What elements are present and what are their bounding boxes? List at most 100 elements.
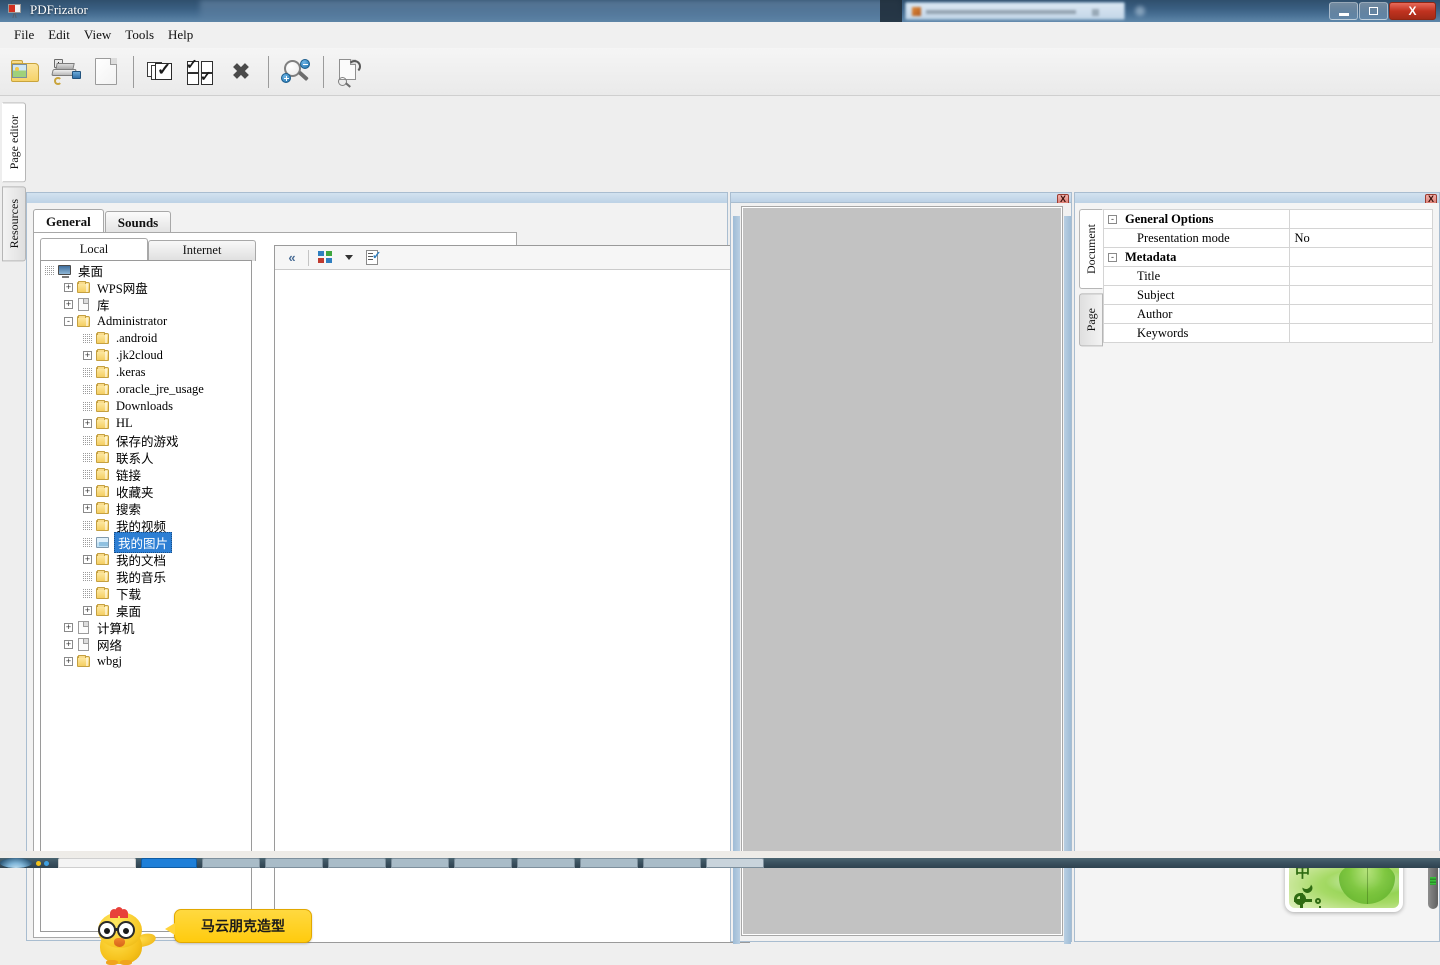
mascot-avatar[interactable] — [88, 907, 172, 965]
tree-node[interactable]: 下载 — [42, 585, 250, 602]
properties-button[interactable]: ✓ — [361, 248, 385, 268]
taskbar-window-button[interactable] — [706, 858, 764, 868]
menu-tools[interactable]: Tools — [118, 24, 161, 46]
properties-row[interactable]: Author — [1103, 304, 1433, 324]
tree-node[interactable]: + 桌面 — [42, 602, 250, 619]
taskbar-window-button[interactable] — [265, 858, 323, 868]
tree-expander-icon[interactable]: + — [83, 606, 92, 615]
open-images-button[interactable] — [6, 51, 46, 93]
tab-sounds[interactable]: Sounds — [104, 211, 172, 233]
key-icon[interactable] — [1315, 898, 1321, 908]
tree-expander-icon[interactable]: + — [64, 657, 73, 666]
taskbar-window-button[interactable] — [643, 858, 701, 868]
invert-selection-button[interactable]: ✓ ✓ — [181, 51, 221, 93]
property-value[interactable] — [1289, 285, 1433, 305]
tree-node[interactable]: + wbgj — [42, 653, 250, 670]
property-expander-icon[interactable]: - — [1103, 247, 1121, 267]
tree-expander-icon[interactable]: + — [83, 419, 92, 428]
taskbar-window-button[interactable] — [391, 858, 449, 868]
gear-icon[interactable] — [1294, 893, 1312, 908]
property-value[interactable]: No — [1289, 228, 1433, 248]
close-button[interactable]: X — [1389, 2, 1436, 20]
taskbar-window-button[interactable] — [58, 858, 136, 868]
file-list[interactable] — [275, 270, 749, 942]
window-title-bar[interactable]: PDFrizator X — [0, 0, 1440, 22]
taskbar-window-button[interactable] — [454, 858, 512, 868]
tree-node[interactable]: + 我的文档 — [42, 551, 250, 568]
taskbar-window-button[interactable] — [141, 858, 197, 868]
property-value[interactable] — [1289, 266, 1433, 286]
tree-node[interactable]: .oracle_jre_usage — [42, 381, 250, 398]
view-mode-dropdown[interactable] — [337, 248, 361, 268]
rotate-page-button[interactable] — [331, 51, 371, 93]
tree-node[interactable]: + 搜索 — [42, 500, 250, 517]
tree-expander-icon[interactable]: + — [83, 487, 92, 496]
tree-node[interactable]: 保存的游戏 — [42, 432, 250, 449]
tree-expander-icon[interactable]: + — [83, 504, 92, 513]
tree-node[interactable]: + 库 — [42, 296, 250, 313]
properties-row[interactable]: Subject — [1103, 285, 1433, 305]
tree-node[interactable]: + 网络 — [42, 636, 250, 653]
subtab-internet[interactable]: Internet — [148, 240, 256, 261]
preview-canvas[interactable] — [741, 206, 1063, 936]
vtab-page[interactable]: Page — [1079, 293, 1103, 347]
tree-expander-icon[interactable]: - — [64, 317, 73, 326]
tree-node[interactable]: + .jk2cloud — [42, 347, 250, 364]
select-all-button[interactable]: ✓ — [141, 51, 181, 93]
taskbar-window-button[interactable] — [580, 858, 638, 868]
menu-file[interactable]: File — [7, 24, 41, 46]
property-expander-icon[interactable]: - — [1103, 209, 1121, 229]
tree-node[interactable]: 我的音乐 — [42, 568, 250, 585]
tree-node[interactable]: + HL — [42, 415, 250, 432]
properties-row[interactable]: - Metadata — [1103, 247, 1433, 267]
tree-node[interactable]: 联系人 — [42, 449, 250, 466]
menu-view[interactable]: View — [77, 24, 118, 46]
tree-node[interactable]: + 收藏夹 — [42, 483, 250, 500]
minimize-button[interactable] — [1329, 2, 1358, 20]
tree-node[interactable]: 桌面 — [42, 262, 250, 279]
tree-expander-icon[interactable]: + — [83, 555, 92, 564]
property-value[interactable] — [1289, 304, 1433, 324]
tree-node[interactable]: 链接 — [42, 466, 250, 483]
zoom-button[interactable] — [276, 51, 316, 93]
tree-expander-icon[interactable]: + — [64, 283, 73, 292]
tree-node[interactable]: + 计算机 — [42, 619, 250, 636]
delete-button[interactable]: ✖ — [221, 51, 261, 93]
menu-help[interactable]: Help — [161, 24, 200, 46]
property-value[interactable] — [1289, 209, 1433, 229]
tree-node[interactable]: - Administrator — [42, 313, 250, 330]
right-scroll-track[interactable] — [1426, 192, 1440, 942]
scan-button[interactable] — [46, 51, 86, 93]
taskbar-window-button[interactable] — [202, 858, 260, 868]
vtab-resources[interactable]: Resources — [2, 186, 26, 262]
properties-row[interactable]: Title — [1103, 266, 1433, 286]
property-value[interactable] — [1289, 323, 1433, 343]
menu-edit[interactable]: Edit — [41, 24, 77, 46]
tree-expander-icon[interactable]: + — [83, 351, 92, 360]
folder-tree[interactable]: 桌面 + WPS网盘 + 库 - Administrator .android + .jk2clo… — [42, 262, 250, 930]
subtab-local[interactable]: Local — [40, 238, 148, 261]
tree-expander-icon[interactable]: + — [64, 623, 73, 632]
tree-node[interactable]: 我的图片 — [42, 532, 250, 553]
properties-row[interactable]: Keywords — [1103, 323, 1433, 343]
properties-row[interactable]: Presentation mode No — [1103, 228, 1433, 248]
new-blank-page-button[interactable] — [86, 51, 126, 93]
view-mode-button[interactable] — [313, 248, 337, 268]
maximize-button[interactable] — [1359, 2, 1388, 20]
tree-node[interactable]: Downloads — [42, 398, 250, 415]
mascot-tooltip[interactable]: 马云朋克造型 — [165, 909, 312, 943]
folder-tree-frame[interactable]: 桌面 + WPS网盘 + 库 - Administrator .android + .jk2clo… — [40, 260, 252, 932]
taskbar-window-button[interactable] — [517, 858, 575, 868]
tree-expander-icon[interactable]: + — [64, 300, 73, 309]
collapse-button[interactable]: « — [280, 248, 304, 268]
tree-node[interactable]: + WPS网盘 — [42, 279, 250, 296]
tree-expander-icon[interactable]: + — [64, 640, 73, 649]
vtab-page-editor[interactable]: Page editor — [2, 102, 26, 183]
quick-launch-icon[interactable] — [44, 860, 49, 866]
vtab-document[interactable]: Document — [1079, 209, 1103, 289]
tree-node[interactable]: .android — [42, 330, 250, 347]
taskbar-window-button[interactable] — [328, 858, 386, 868]
tree-node[interactable]: .keras — [42, 364, 250, 381]
property-value[interactable] — [1289, 247, 1433, 267]
start-button[interactable] — [0, 858, 32, 868]
